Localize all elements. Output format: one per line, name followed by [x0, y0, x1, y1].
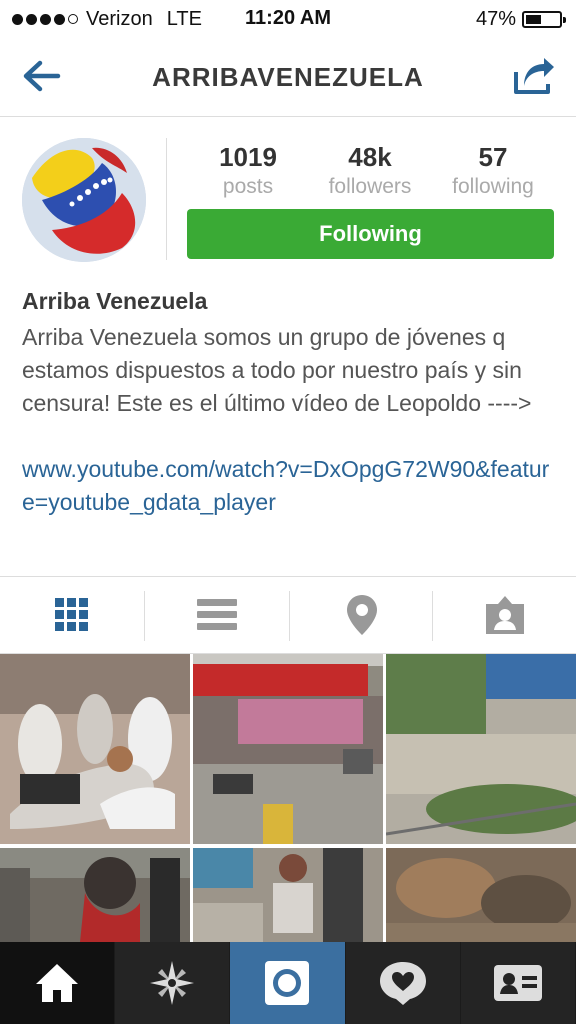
nav-bar: ARRIBAVENEZUELA [0, 38, 576, 117]
map-pin-icon[interactable] [290, 577, 434, 653]
page-title: ARRIBAVENEZUELA [152, 62, 424, 92]
stat-followers[interactable]: 48k followers [305, 142, 435, 199]
stat-value: 1019 [219, 142, 277, 172]
list-view-icon[interactable] [145, 577, 289, 653]
battery-percent: 47% [475, 8, 516, 30]
share-icon[interactable] [512, 56, 556, 96]
profile-link[interactable]: www.youtube.com/watch?v=DxOpgG72W90&feat… [22, 453, 562, 519]
stat-value: 57 [478, 142, 508, 172]
profile-name: Arriba Venezuela [22, 288, 208, 314]
tagged-photos-icon[interactable] [433, 577, 576, 653]
tab-bar [0, 942, 576, 1024]
following-button[interactable]: Following [187, 209, 554, 259]
stat-following[interactable]: 57 following [428, 142, 558, 199]
photo-6[interactable] [386, 848, 576, 942]
camera-icon[interactable] [230, 942, 346, 1024]
stat-label: followers [328, 175, 412, 198]
battery-icon [522, 11, 566, 28]
photo-3[interactable] [386, 654, 576, 844]
activity-icon[interactable] [346, 942, 461, 1024]
photo-grid [0, 654, 576, 942]
status-bar: Verizon LTE 11:20 AM 47% [0, 0, 576, 38]
view-tabs [0, 576, 576, 654]
profile-icon[interactable] [461, 942, 576, 1024]
grid-view-icon[interactable] [0, 577, 144, 653]
photo-4[interactable] [0, 848, 190, 942]
home-icon[interactable] [0, 942, 116, 1024]
photo-5[interactable] [193, 848, 383, 942]
profile-bio: Arriba Venezuela somos un grupo de jóven… [22, 324, 532, 416]
stat-value: 48k [348, 142, 392, 172]
stat-posts[interactable]: 1019 posts [183, 142, 313, 199]
avatar[interactable] [22, 138, 146, 262]
photo-2[interactable] [193, 654, 383, 844]
stat-label: posts [222, 175, 274, 198]
explore-icon[interactable] [115, 942, 231, 1024]
photo-1[interactable] [0, 654, 190, 844]
header-divider [166, 138, 167, 260]
stat-label: following [452, 175, 534, 198]
